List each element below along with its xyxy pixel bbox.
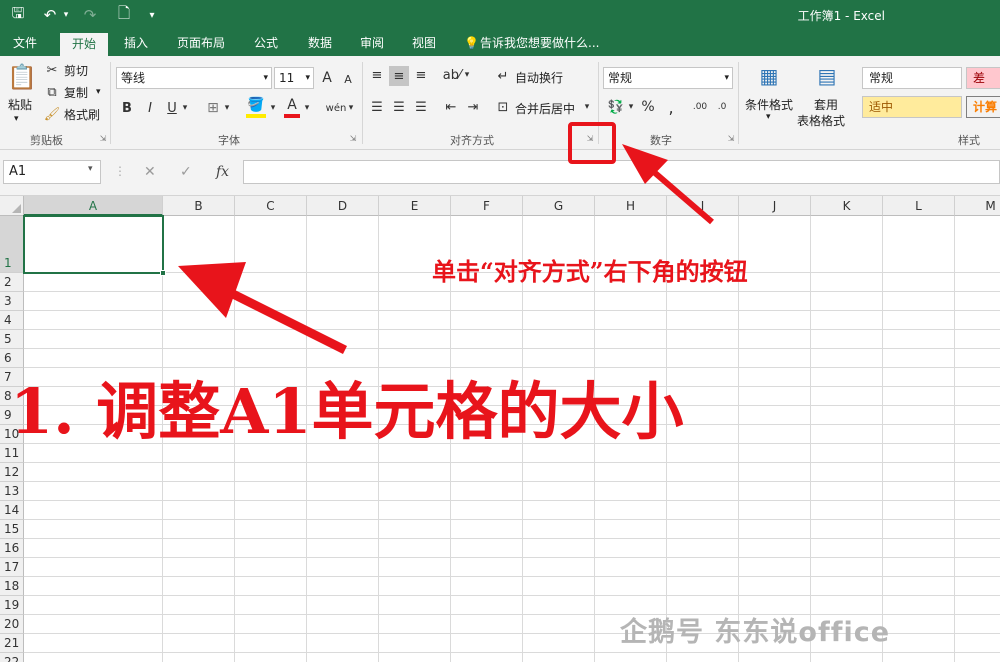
hint-annotation: 单击“对齐方式”右下角的按钮 — [432, 257, 748, 286]
arrow-to-a1-head — [178, 262, 246, 318]
step-annotation: 1. 调整A1单元格的大小 — [10, 375, 684, 448]
launcher-highlight-box — [568, 122, 616, 164]
annotation-arrows — [178, 144, 714, 355]
watermark: 企鹅号 东东说office — [620, 617, 891, 648]
